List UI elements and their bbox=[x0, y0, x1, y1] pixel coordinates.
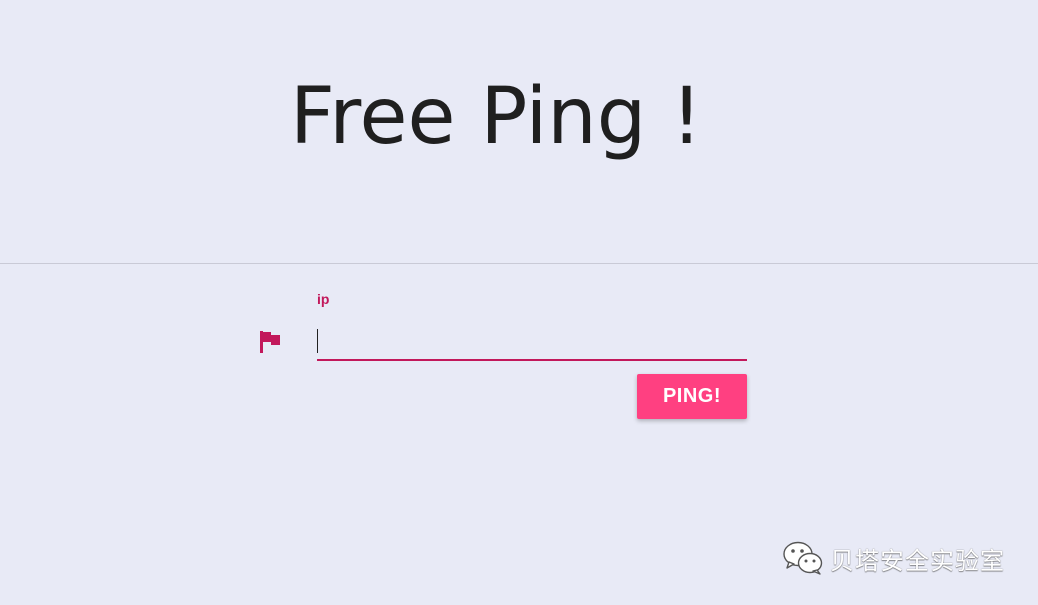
flag-icon bbox=[260, 331, 280, 353]
ip-label: ip bbox=[317, 291, 330, 307]
watermark: 贝塔安全实验室 bbox=[782, 540, 1005, 576]
divider bbox=[0, 263, 1038, 264]
ping-button[interactable]: PING! bbox=[637, 374, 747, 419]
watermark-text: 贝塔安全实验室 bbox=[830, 546, 1005, 575]
ip-input[interactable] bbox=[317, 325, 747, 361]
page-title: Free Ping ! bbox=[290, 72, 703, 162]
wechat-icon bbox=[783, 541, 823, 575]
text-cursor bbox=[317, 329, 318, 353]
